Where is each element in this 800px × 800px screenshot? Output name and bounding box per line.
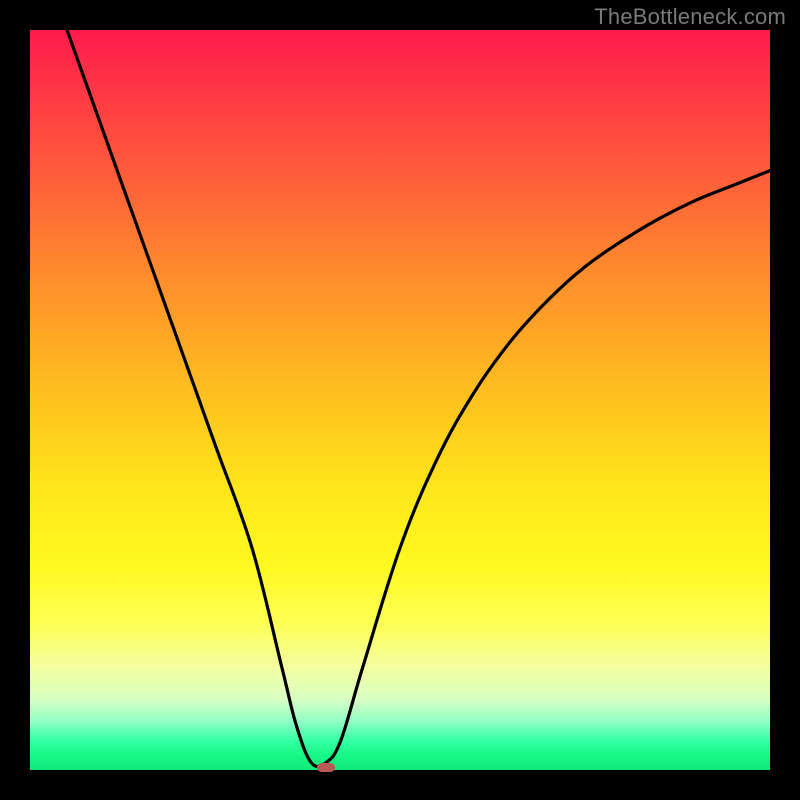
optimal-marker bbox=[317, 763, 335, 772]
plot-area bbox=[30, 30, 770, 770]
bottleneck-curve bbox=[30, 30, 770, 770]
chart-frame: TheBottleneck.com bbox=[0, 0, 800, 800]
watermark-text: TheBottleneck.com bbox=[594, 4, 786, 30]
